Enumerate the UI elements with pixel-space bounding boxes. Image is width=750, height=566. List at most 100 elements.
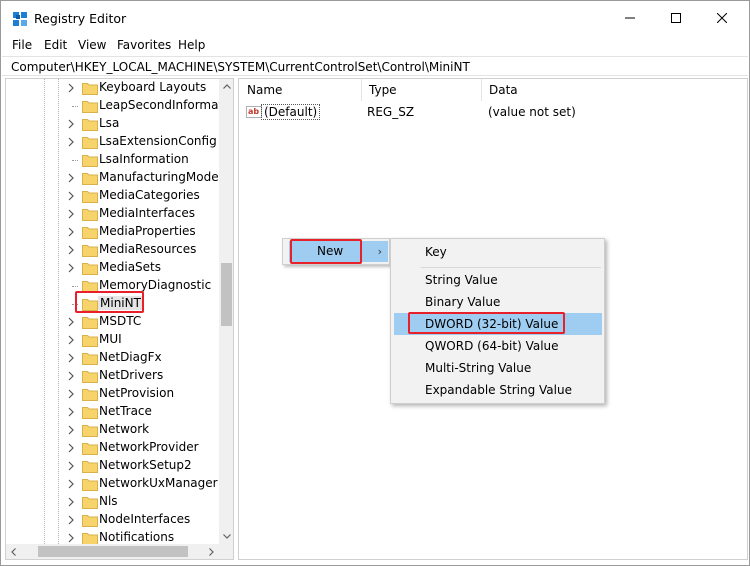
folder-icon [82, 119, 98, 131]
tree-item-label: MediaSets [99, 260, 161, 274]
tree-item[interactable]: MediaResources [6, 241, 219, 259]
menu-favorites[interactable]: Favorites [117, 38, 171, 52]
tree-item[interactable]: MediaProperties [6, 223, 219, 241]
submenu-item-string-value[interactable]: String Value [394, 269, 602, 291]
submenu-item-qword-value[interactable]: QWORD (64-bit) Value [394, 335, 602, 357]
scroll-left-button[interactable] [6, 544, 21, 559]
column-header-data[interactable]: Data [481, 79, 741, 101]
folder-icon [82, 533, 98, 544]
folder-icon [82, 209, 98, 221]
column-header-type[interactable]: Type [361, 79, 481, 101]
chevron-right-icon[interactable] [66, 424, 76, 436]
tree-item[interactable]: MUI [6, 331, 219, 349]
chevron-right-icon[interactable] [66, 190, 76, 202]
tree-item[interactable]: Keyboard Layouts [6, 79, 219, 97]
tree-item-label: NetDiagFx [99, 350, 162, 364]
menu-separator [421, 267, 601, 268]
tree-item[interactable]: NetProvision [6, 385, 219, 403]
tree-vertical-scrollbar[interactable] [219, 79, 233, 544]
submenu-item-expandable-string-value[interactable]: Expandable String Value [394, 379, 602, 401]
tree-item-label: MediaResources [99, 242, 197, 256]
tree-item[interactable]: LsaExtensionConfig [6, 133, 219, 151]
address-bar[interactable]: Computer\HKEY_LOCAL_MACHINE\SYSTEM\Curre… [2, 56, 748, 76]
scroll-up-button[interactable] [219, 79, 233, 94]
chevron-right-icon[interactable] [66, 136, 76, 148]
chevron-right-icon[interactable] [66, 262, 76, 274]
tree-item[interactable]: NetworkUxManager [6, 475, 219, 493]
maximize-button[interactable] [653, 1, 699, 35]
maximize-icon [671, 13, 681, 23]
folder-icon [82, 407, 98, 419]
chevron-right-icon[interactable] [66, 532, 76, 544]
minimize-button[interactable] [607, 1, 653, 35]
chevron-right-icon[interactable] [66, 352, 76, 364]
tree-item[interactable]: MSDTC [6, 313, 219, 331]
tree-item[interactable]: ManufacturingMode [6, 169, 219, 187]
tree-item[interactable]: NetTrace [6, 403, 219, 421]
column-header-name[interactable]: Name [239, 79, 361, 101]
tree-item[interactable]: NetDrivers [6, 367, 219, 385]
folder-icon [82, 353, 98, 365]
title-bar: Registry Editor [1, 1, 749, 35]
menu-view[interactable]: View [78, 38, 106, 52]
tree-item[interactable]: LsaInformation [6, 151, 219, 169]
folder-icon [82, 317, 98, 329]
chevron-right-icon[interactable] [66, 226, 76, 238]
tree-item-label: MediaProperties [99, 224, 196, 238]
chevron-right-icon[interactable] [66, 208, 76, 220]
chevron-right-icon[interactable] [66, 244, 76, 256]
submenu-item-key[interactable]: Key [394, 241, 602, 263]
tree-item[interactable]: LeapSecondInformati [6, 97, 219, 115]
scroll-thumb[interactable] [38, 546, 188, 557]
tree-item-label: LeapSecondInformati [99, 98, 219, 112]
chevron-right-icon[interactable] [66, 514, 76, 526]
tree-item-label: Nls [99, 494, 118, 508]
tree-item-label: NetProvision [99, 386, 175, 400]
close-button[interactable] [699, 1, 745, 35]
tree-item[interactable]: MediaInterfaces [6, 205, 219, 223]
submenu-item-binary-value[interactable]: Binary Value [394, 291, 602, 313]
menu-item-label: QWORD (64-bit) Value [425, 339, 559, 353]
tree-item[interactable]: MediaSets [6, 259, 219, 277]
chevron-right-icon[interactable] [66, 82, 76, 94]
scroll-right-button[interactable] [204, 544, 219, 559]
scroll-thumb[interactable] [221, 263, 232, 326]
chevron-right-icon[interactable] [66, 478, 76, 490]
submenu-arrow-icon: › [377, 245, 382, 258]
tree-item[interactable]: Notifications [6, 529, 219, 544]
chevron-right-icon[interactable] [66, 370, 76, 382]
folder-icon [82, 497, 98, 509]
menu-item-label: Binary Value [425, 295, 501, 309]
value-row[interactable]: ab (Default) REG_SZ (value not set) [239, 103, 749, 121]
menu-file[interactable]: File [12, 38, 32, 52]
scrollbar-corner [219, 544, 233, 559]
tree-item[interactable]: Network [6, 421, 219, 439]
menu-edit[interactable]: Edit [44, 38, 67, 52]
scroll-down-button[interactable] [219, 529, 233, 544]
tree-item[interactable]: NetworkSetup2 [6, 457, 219, 475]
chevron-right-icon[interactable] [66, 496, 76, 508]
menu-help[interactable]: Help [178, 38, 205, 52]
chevron-right-icon[interactable] [66, 442, 76, 454]
folder-icon [82, 245, 98, 257]
chevron-down-icon [222, 534, 231, 539]
chevron-right-icon[interactable] [66, 172, 76, 184]
chevron-right-icon[interactable] [66, 406, 76, 418]
chevron-right-icon[interactable] [66, 316, 76, 328]
tree-horizontal-scrollbar[interactable] [6, 544, 219, 559]
folder-icon [82, 173, 98, 185]
tree-item[interactable]: NetDiagFx [6, 349, 219, 367]
value-type: REG_SZ [367, 105, 415, 119]
submenu-item-multi-string-value[interactable]: Multi-String Value [394, 357, 602, 379]
tree-item[interactable]: Nls [6, 493, 219, 511]
tree-item-label: MemoryDiagnostic [99, 278, 212, 292]
tree-item[interactable]: Lsa [6, 115, 219, 133]
chevron-right-icon[interactable] [66, 118, 76, 130]
tree-item[interactable]: MediaCategories [6, 187, 219, 205]
tree-item[interactable]: NetworkProvider [6, 439, 219, 457]
chevron-right-icon[interactable] [66, 334, 76, 346]
chevron-right-icon[interactable] [66, 460, 76, 472]
tree-item[interactable]: NodeInterfaces [6, 511, 219, 529]
close-icon [717, 13, 727, 23]
chevron-right-icon[interactable] [66, 388, 76, 400]
